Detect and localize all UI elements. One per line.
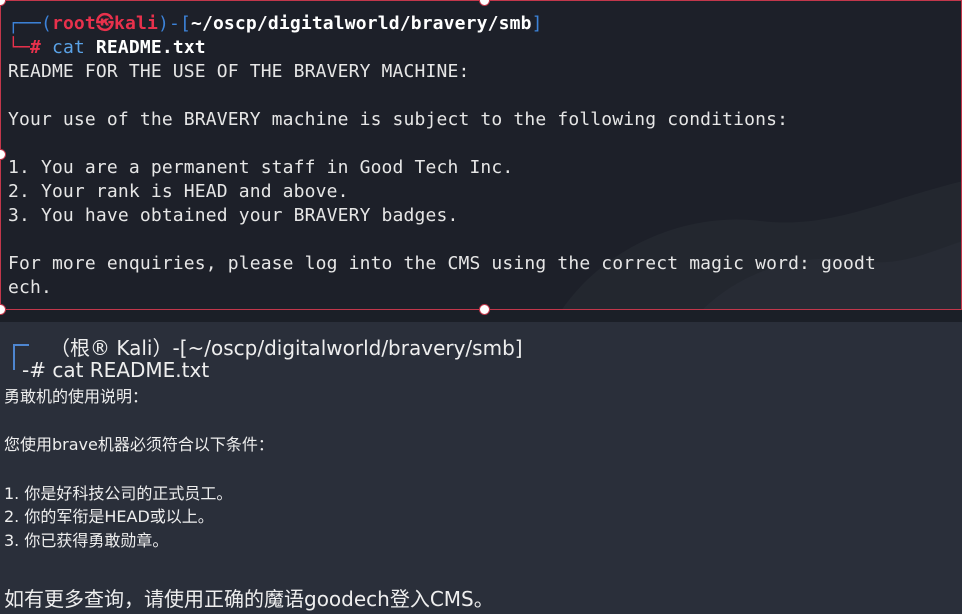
output-line: README FOR THE USE OF THE BRAVERY MACHIN… bbox=[8, 61, 470, 82]
output-line: 3. You have obtained your BRAVERY badges… bbox=[8, 205, 459, 226]
translated-line: 勇敢机的使用说明： bbox=[4, 387, 149, 406]
prompt-user-host: root㉿kali bbox=[51, 13, 158, 34]
prompt-line-2: └─# cat README.txt bbox=[8, 36, 206, 60]
translated-line: 1. 你是好科技公司的正式员工。 bbox=[4, 484, 233, 503]
translated-command: -# cat README.txt bbox=[22, 358, 210, 382]
prompt-bracket-close: ] bbox=[531, 13, 543, 34]
output-line: For more enquiries, please log into the … bbox=[8, 253, 876, 274]
prompt-hash: └─# bbox=[8, 37, 52, 58]
output-line: Your use of the BRAVERY machine is subje… bbox=[8, 109, 789, 130]
output-line: 1. You are a permanent staff in Good Tec… bbox=[8, 157, 514, 178]
prompt-bracket-mid: )-[ bbox=[158, 13, 191, 34]
prompt-path: ~/oscp/digitalworld/bravery/smb bbox=[190, 13, 532, 34]
output-line: 2. Your rank is HEAD and above. bbox=[8, 181, 349, 202]
command-argument: README.txt bbox=[95, 37, 206, 58]
translated-line: 您使用brave机器必须符合以下条件： bbox=[4, 435, 274, 454]
selection-handle-bottom-left[interactable] bbox=[0, 304, 6, 315]
prompt-line-1: ┌──(root㉿kali)-[~/oscp/digitalworld/brav… bbox=[8, 12, 543, 36]
prompt-bracket-open: ┌──( bbox=[8, 13, 52, 34]
translation-panel: （根® Kali）-[~/oscp/digitalworld/bravery/s… bbox=[0, 322, 962, 614]
translated-line: 2. 你的军衔是HEAD或以上。 bbox=[4, 507, 214, 526]
command-name: cat bbox=[51, 37, 85, 58]
translated-line: 如有更多查询，请使用正确的魔语goodech登入CMS。 bbox=[4, 587, 494, 611]
selection-handle-bottom-center[interactable] bbox=[479, 304, 490, 315]
terminal-window: ┌──(root㉿kali)-[~/oscp/digitalworld/brav… bbox=[0, 0, 962, 310]
translated-prompt: （根® Kali）-[~/oscp/digitalworld/bravery/s… bbox=[50, 336, 523, 360]
output-line: ech. bbox=[8, 277, 52, 298]
translated-line: 3. 你已获得勇敢勋章。 bbox=[4, 531, 169, 550]
